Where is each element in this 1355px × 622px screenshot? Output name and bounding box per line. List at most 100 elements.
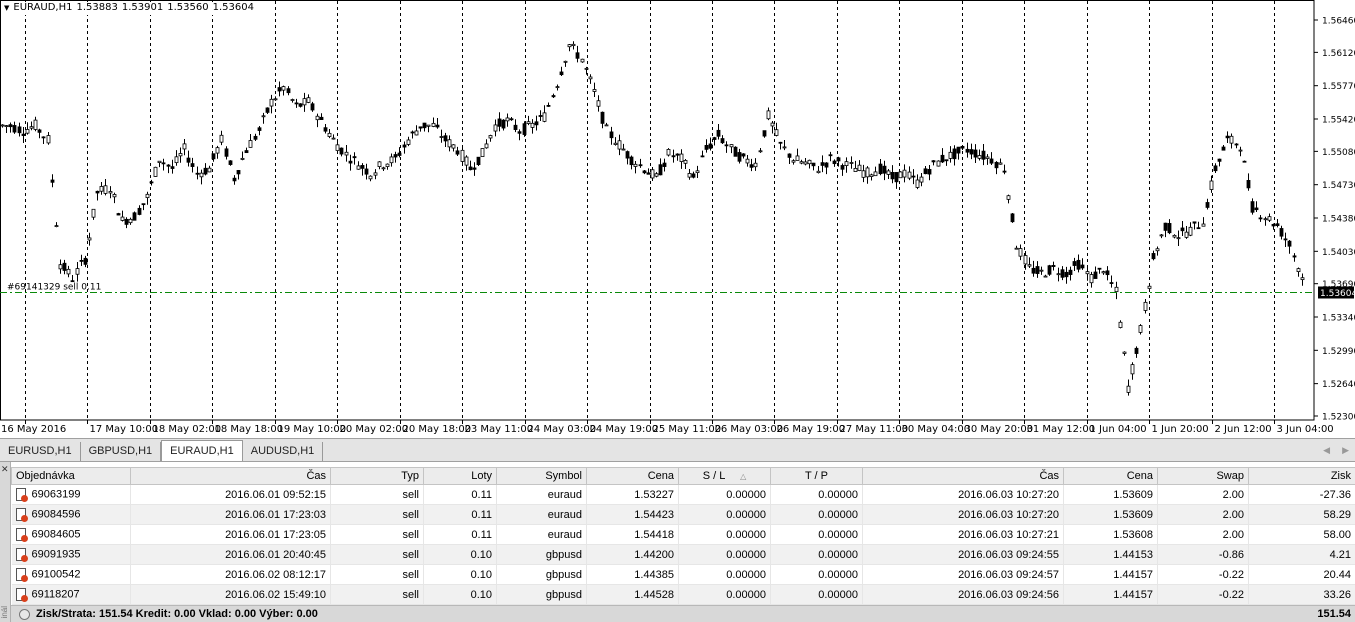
- col-header-sl[interactable]: S / L △: [678, 467, 771, 485]
- cell-open-price: 1.44528: [586, 584, 679, 605]
- tab-gbpusd[interactable]: GBPUSD,H1: [81, 442, 162, 461]
- candle-body: [1018, 248, 1023, 257]
- time-label: 30 May 20:00: [965, 424, 1034, 435]
- candle-body: [75, 268, 80, 275]
- tab-euraud[interactable]: EURAUD,H1: [161, 440, 243, 461]
- candle-body: [1209, 180, 1214, 190]
- col-header-tp[interactable]: T / P: [770, 467, 863, 485]
- candle-body: [604, 124, 609, 127]
- candle-body: [588, 76, 593, 80]
- candle-body: [389, 156, 394, 164]
- chart-symbol: EURAUD,H1: [13, 2, 73, 13]
- table-row[interactable]: 69091935 2016.06.01 20:40:45 sell 0.10 gbpus…: [11, 544, 1355, 565]
- candle-body: [468, 166, 473, 171]
- candle-body: [157, 160, 162, 163]
- candle-body: [820, 162, 825, 166]
- candle-body: [435, 124, 440, 128]
- candle-body: [41, 136, 46, 139]
- table-row[interactable]: 69118207 2016.06.02 15:49:10 sell 0.10 gbpus…: [11, 584, 1355, 605]
- candle-body: [873, 171, 878, 177]
- candle-body: [414, 130, 419, 136]
- candle-body: [99, 186, 104, 192]
- col-header-open-time[interactable]: Čas: [130, 467, 331, 485]
- candle-body: [83, 257, 88, 265]
- candle-body: [708, 143, 713, 149]
- time-label: 26 May 19:00: [777, 424, 846, 435]
- price-label: 1.52300: [1322, 413, 1355, 423]
- candle-body: [733, 146, 738, 157]
- candle-body: [1267, 216, 1272, 221]
- chart-canvas[interactable]: 16 May 2016 17 May 10:0018 May 02:0018 Ma…: [0, 0, 1355, 438]
- table-row[interactable]: 69063199 2016.06.01 09:52:15 sell 0.11 eurau…: [11, 484, 1355, 505]
- candle-body: [253, 135, 258, 140]
- scroll-right-icon[interactable]: ▶: [1342, 445, 1349, 456]
- candle-body: [426, 124, 431, 127]
- candle-body: [985, 156, 990, 159]
- cell-symbol: euraud: [496, 484, 587, 505]
- scroll-left-icon[interactable]: ◀: [1323, 445, 1330, 456]
- table-row[interactable]: 69084605 2016.06.01 17:23:05 sell 0.11 eurau…: [11, 524, 1355, 545]
- price-chart[interactable]: 16 May 2016 17 May 10:00 18 May 02:00 18 Ma…: [0, 0, 1355, 438]
- candle-body: [1101, 271, 1106, 274]
- candle-body: [931, 160, 936, 163]
- candle-body: [927, 169, 932, 175]
- candle-body: [302, 98, 307, 106]
- terminal-vertical-label: inál: [0, 605, 9, 618]
- candle-body: [484, 143, 489, 149]
- cell-type: sell: [330, 524, 424, 545]
- cell-open-price: 1.54423: [586, 504, 679, 525]
- plot-area: [0, 0, 1315, 421]
- chart-menu-triangle-icon[interactable]: ▼: [4, 2, 9, 15]
- table-row[interactable]: 69100542 2016.06.02 08:12:17 sell 0.10 gbpus…: [11, 564, 1355, 585]
- candle-body: [1159, 234, 1164, 237]
- candle-body: [443, 135, 448, 142]
- tab-audusd[interactable]: AUDUSD,H1: [243, 442, 324, 461]
- candle-body: [807, 159, 812, 165]
- col-header-lots[interactable]: Loty: [423, 467, 497, 485]
- candle-body: [1080, 264, 1085, 269]
- candle-body: [364, 168, 369, 175]
- cell-close-time: 2016.06.03 10:27:21: [862, 524, 1064, 545]
- candle-body: [1060, 269, 1065, 278]
- candle-body: [472, 167, 477, 170]
- candle-body: [857, 164, 862, 171]
- candle-body: [431, 122, 436, 127]
- candle-body: [998, 162, 1003, 165]
- candle-body: [609, 131, 614, 139]
- col-header-profit[interactable]: Zisk: [1248, 467, 1355, 485]
- col-header-type[interactable]: Typ: [330, 467, 424, 485]
- col-header-swap[interactable]: Swap: [1157, 467, 1249, 485]
- table-row[interactable]: 69084596 2016.06.01 17:23:03 sell 0.11 eurau…: [11, 504, 1355, 525]
- col-header-order[interactable]: Objednávka: [11, 467, 131, 485]
- candle-body: [559, 71, 564, 76]
- cell-swap: 2.00: [1157, 524, 1249, 545]
- candle-body: [178, 153, 183, 157]
- candle-body: [526, 121, 531, 124]
- tab-scroll-buttons: ◀ ▶: [1323, 445, 1349, 456]
- candle-body: [8, 124, 13, 128]
- candle-body: [25, 129, 30, 134]
- candle-body: [865, 167, 870, 178]
- candle-body: [161, 162, 166, 165]
- tab-eurusd[interactable]: EURUSD,H1: [0, 442, 81, 461]
- cell-open-price: 1.54418: [586, 524, 679, 545]
- candle-body: [232, 177, 237, 182]
- col-header-close-time[interactable]: Čas: [862, 467, 1064, 485]
- candle-body: [95, 190, 100, 194]
- close-icon[interactable]: ✕: [1, 464, 9, 475]
- ohlc-open: 1.53883: [76, 2, 118, 13]
- candle-body: [1217, 158, 1222, 162]
- col-header-close-price[interactable]: Cena: [1063, 467, 1158, 485]
- candle-body: [538, 115, 543, 117]
- col-header-symbol[interactable]: Symbol: [496, 467, 587, 485]
- col-header-open-price[interactable]: Cena: [586, 467, 679, 485]
- candle-body: [406, 139, 411, 145]
- current-price-label: 1.53604: [1320, 289, 1355, 299]
- candle-body: [803, 161, 808, 165]
- candle-body: [257, 127, 262, 131]
- candle-body: [381, 167, 386, 170]
- cell-order-id: 69063199: [11, 484, 131, 505]
- candle-body: [17, 126, 22, 134]
- candle-body: [108, 191, 113, 194]
- cell-swap: 2.00: [1157, 484, 1249, 505]
